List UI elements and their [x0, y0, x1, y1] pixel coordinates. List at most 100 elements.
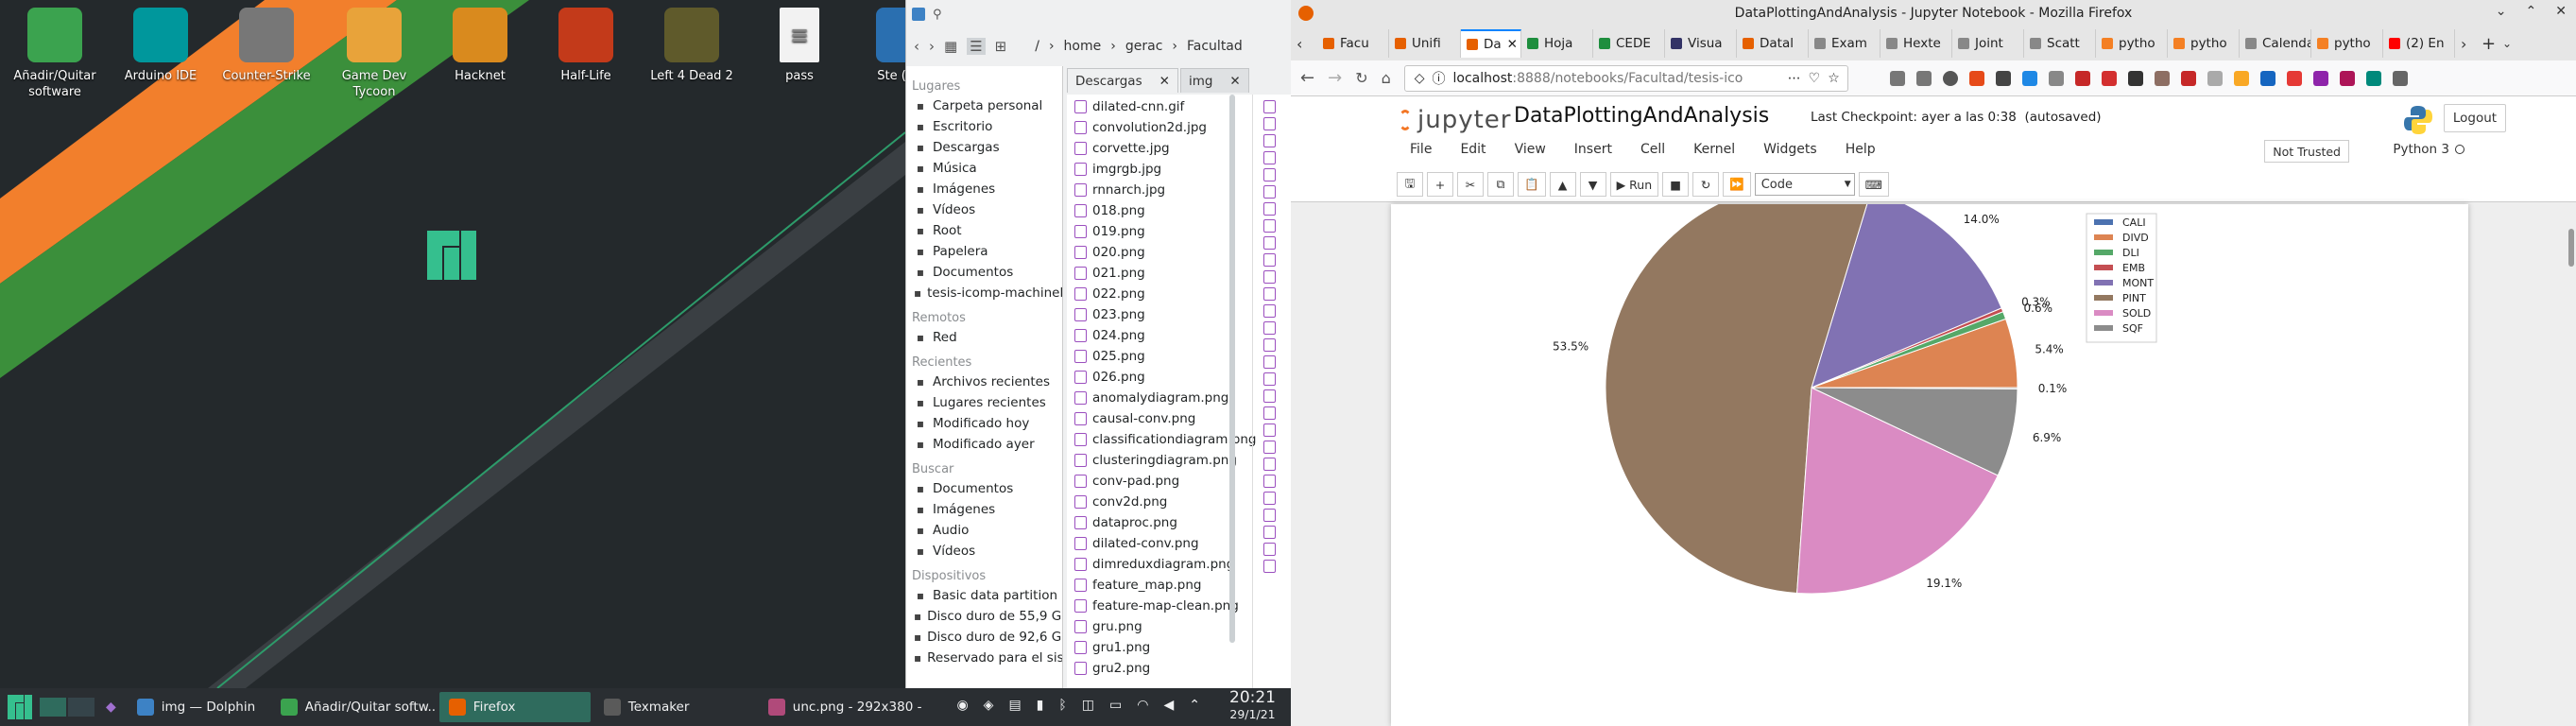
trust-button[interactable]: Not Trusted	[2264, 140, 2349, 163]
close-icon[interactable]: ✕	[1507, 37, 1518, 52]
account-icon[interactable]	[1942, 70, 1958, 86]
places-item[interactable]: ▪ Escritorio	[906, 116, 1062, 137]
file-item[interactable]: dilated-cnn.gif	[1067, 96, 1291, 117]
extension-icon[interactable]	[2207, 70, 2223, 86]
breadcrumb-item[interactable]: Facultad	[1187, 39, 1243, 54]
icon-view-icon[interactable]: ▦	[944, 38, 957, 55]
detail-view-icon[interactable]: ⊞	[995, 38, 1007, 55]
file-item[interactable]: 026.png	[1067, 367, 1291, 388]
browser-tab[interactable]: Scatt	[2024, 29, 2096, 58]
extension-icon[interactable]	[1995, 70, 2011, 86]
cell-type-select[interactable]: Code ▼	[1754, 173, 1855, 196]
file-item[interactable]: gru2.png	[1067, 658, 1291, 679]
places-item[interactable]: ▪ Disco duro de 92,6 GiB	[906, 627, 1062, 648]
places-item[interactable]: ▪ Disco duro de 55,9 GiB	[906, 606, 1062, 627]
virtual-desktop-pager[interactable]	[40, 698, 94, 717]
file-item[interactable]: 022.png	[1067, 284, 1291, 304]
places-item[interactable]: ▪ Root	[906, 220, 1062, 241]
desktop-icon[interactable]: Half-Life	[533, 8, 639, 84]
file-item[interactable]: feature_map.png	[1067, 575, 1291, 596]
desktop-icon[interactable]: Ste (Run	[850, 8, 905, 84]
back-icon[interactable]: ‹	[914, 38, 919, 55]
dolphin-tab[interactable]: img ✕	[1179, 68, 1249, 93]
places-item[interactable]: ▪ Imágenes	[906, 499, 1062, 520]
paste-icon[interactable]: 📋	[1518, 172, 1546, 197]
extension-icon[interactable]	[2392, 70, 2408, 86]
desktop-icon[interactable]: ≡ pass	[747, 8, 852, 84]
places-item[interactable]: ▪ Vídeos	[906, 541, 1062, 562]
page-actions-icon[interactable]: ⋯	[1788, 71, 1801, 86]
wifi-icon[interactable]: ◠	[1137, 698, 1148, 713]
notebook-name[interactable]: DataPlottingAndAnalysis	[1514, 104, 1769, 128]
extension-icon[interactable]	[2021, 70, 2037, 86]
restart-run-all-icon[interactable]: ⏩	[1723, 172, 1751, 197]
places-item[interactable]: ▪ Música	[906, 158, 1062, 179]
close-icon[interactable]: ✕	[1159, 74, 1170, 89]
extension-icon[interactable]	[2259, 70, 2275, 86]
places-item[interactable]: ▪ Red	[906, 327, 1062, 348]
extension-icon[interactable]	[2312, 70, 2328, 86]
browser-tab[interactable]: Exam	[1809, 29, 1880, 58]
places-item[interactable]: ▪ Documentos	[906, 478, 1062, 499]
tab-scroll-left-icon[interactable]: ‹	[1297, 35, 1317, 53]
browser-tab[interactable]: Calenda	[2240, 29, 2311, 58]
places-item[interactable]: ▪ Modificado ayer	[906, 434, 1062, 455]
maximize-icon[interactable]: ⌃	[2526, 4, 2537, 19]
browser-tab[interactable]: Hexte	[1880, 29, 1952, 58]
browser-tab[interactable]: Unifi	[1389, 29, 1461, 58]
file-item[interactable]: 018.png	[1067, 200, 1291, 221]
taskbar-task[interactable]: Añadir/Quitar softw...	[271, 692, 436, 722]
activities-icon[interactable]: ◆	[106, 700, 116, 715]
places-item[interactable]: ▪ Carpeta personal	[906, 95, 1062, 116]
pin-icon[interactable]: ⚲	[933, 8, 942, 22]
file-item[interactable]: 023.png	[1067, 304, 1291, 325]
desktop-icon[interactable]: Hacknet	[427, 8, 533, 84]
forward-icon[interactable]: ›	[929, 38, 935, 55]
restart-icon[interactable]: ↻	[1692, 172, 1720, 197]
file-item[interactable]: imgrgb.jpg	[1067, 159, 1291, 180]
file-item[interactable]: gru.png	[1067, 616, 1291, 637]
menu-view[interactable]: View	[1515, 142, 1546, 157]
menu-help[interactable]: Help	[1846, 142, 1876, 157]
file-item[interactable]: 025.png	[1067, 346, 1291, 367]
browser-tab[interactable]: pytho	[2168, 29, 2240, 58]
breadcrumb-item[interactable]: gerac	[1125, 39, 1163, 54]
extension-icon[interactable]	[2127, 70, 2143, 86]
sidebar-icon[interactable]	[1915, 70, 1932, 86]
file-item[interactable]: corvette.jpg	[1067, 138, 1291, 159]
tab-list-icon[interactable]: ⌄	[2502, 37, 2523, 50]
file-item[interactable]: gru1.png	[1067, 637, 1291, 658]
desktop-1[interactable]	[40, 698, 66, 717]
kdeconnect-icon[interactable]: ◈	[984, 698, 994, 713]
file-item[interactable]: anomalydiagram.png	[1067, 388, 1291, 408]
save-icon[interactable]: 🖫	[1397, 172, 1423, 197]
close-icon[interactable]: ✕	[1229, 74, 1240, 89]
tab-scroll-right-icon[interactable]: ›	[2461, 35, 2482, 53]
cut-icon[interactable]: ✂	[1457, 172, 1484, 197]
new-tab-icon[interactable]: +	[2482, 34, 2502, 54]
page-scrollbar[interactable]	[2568, 229, 2574, 267]
browser-tab[interactable]: Da ✕	[1461, 29, 1521, 58]
places-item[interactable]: ▪ Papelera	[906, 241, 1062, 262]
browser-tab[interactable]: Visua	[1665, 29, 1737, 58]
move-up-icon[interactable]: ▲	[1549, 172, 1576, 197]
file-item[interactable]: dimreduxdiagram.png	[1067, 554, 1291, 575]
menu-cell[interactable]: Cell	[1640, 142, 1665, 157]
extension-icon[interactable]	[2048, 70, 2064, 86]
interrupt-icon[interactable]: ■	[1662, 172, 1690, 197]
breadcrumb-item[interactable]: /	[1035, 39, 1039, 54]
places-item[interactable]: ▪ Modificado hoy	[906, 413, 1062, 434]
extension-icon[interactable]	[2233, 70, 2249, 86]
file-item[interactable]: dilated-conv.png	[1067, 533, 1291, 554]
updates-icon[interactable]: ◫	[1082, 698, 1094, 713]
back-icon[interactable]: ←	[1300, 68, 1314, 88]
clock[interactable]: 20:21 29/1/21	[1229, 690, 1276, 722]
browser-tab[interactable]: Facu	[1317, 29, 1389, 58]
menu-widgets[interactable]: Widgets	[1763, 142, 1817, 157]
file-item[interactable]: causal-conv.png	[1067, 408, 1291, 429]
minimize-icon[interactable]: ⌄	[2496, 4, 2507, 19]
extension-icon[interactable]	[2286, 70, 2302, 86]
extension-icon[interactable]	[2101, 70, 2117, 86]
extension-icon[interactable]	[1968, 70, 1984, 86]
run-button[interactable]: ▶ Run	[1609, 172, 1659, 197]
